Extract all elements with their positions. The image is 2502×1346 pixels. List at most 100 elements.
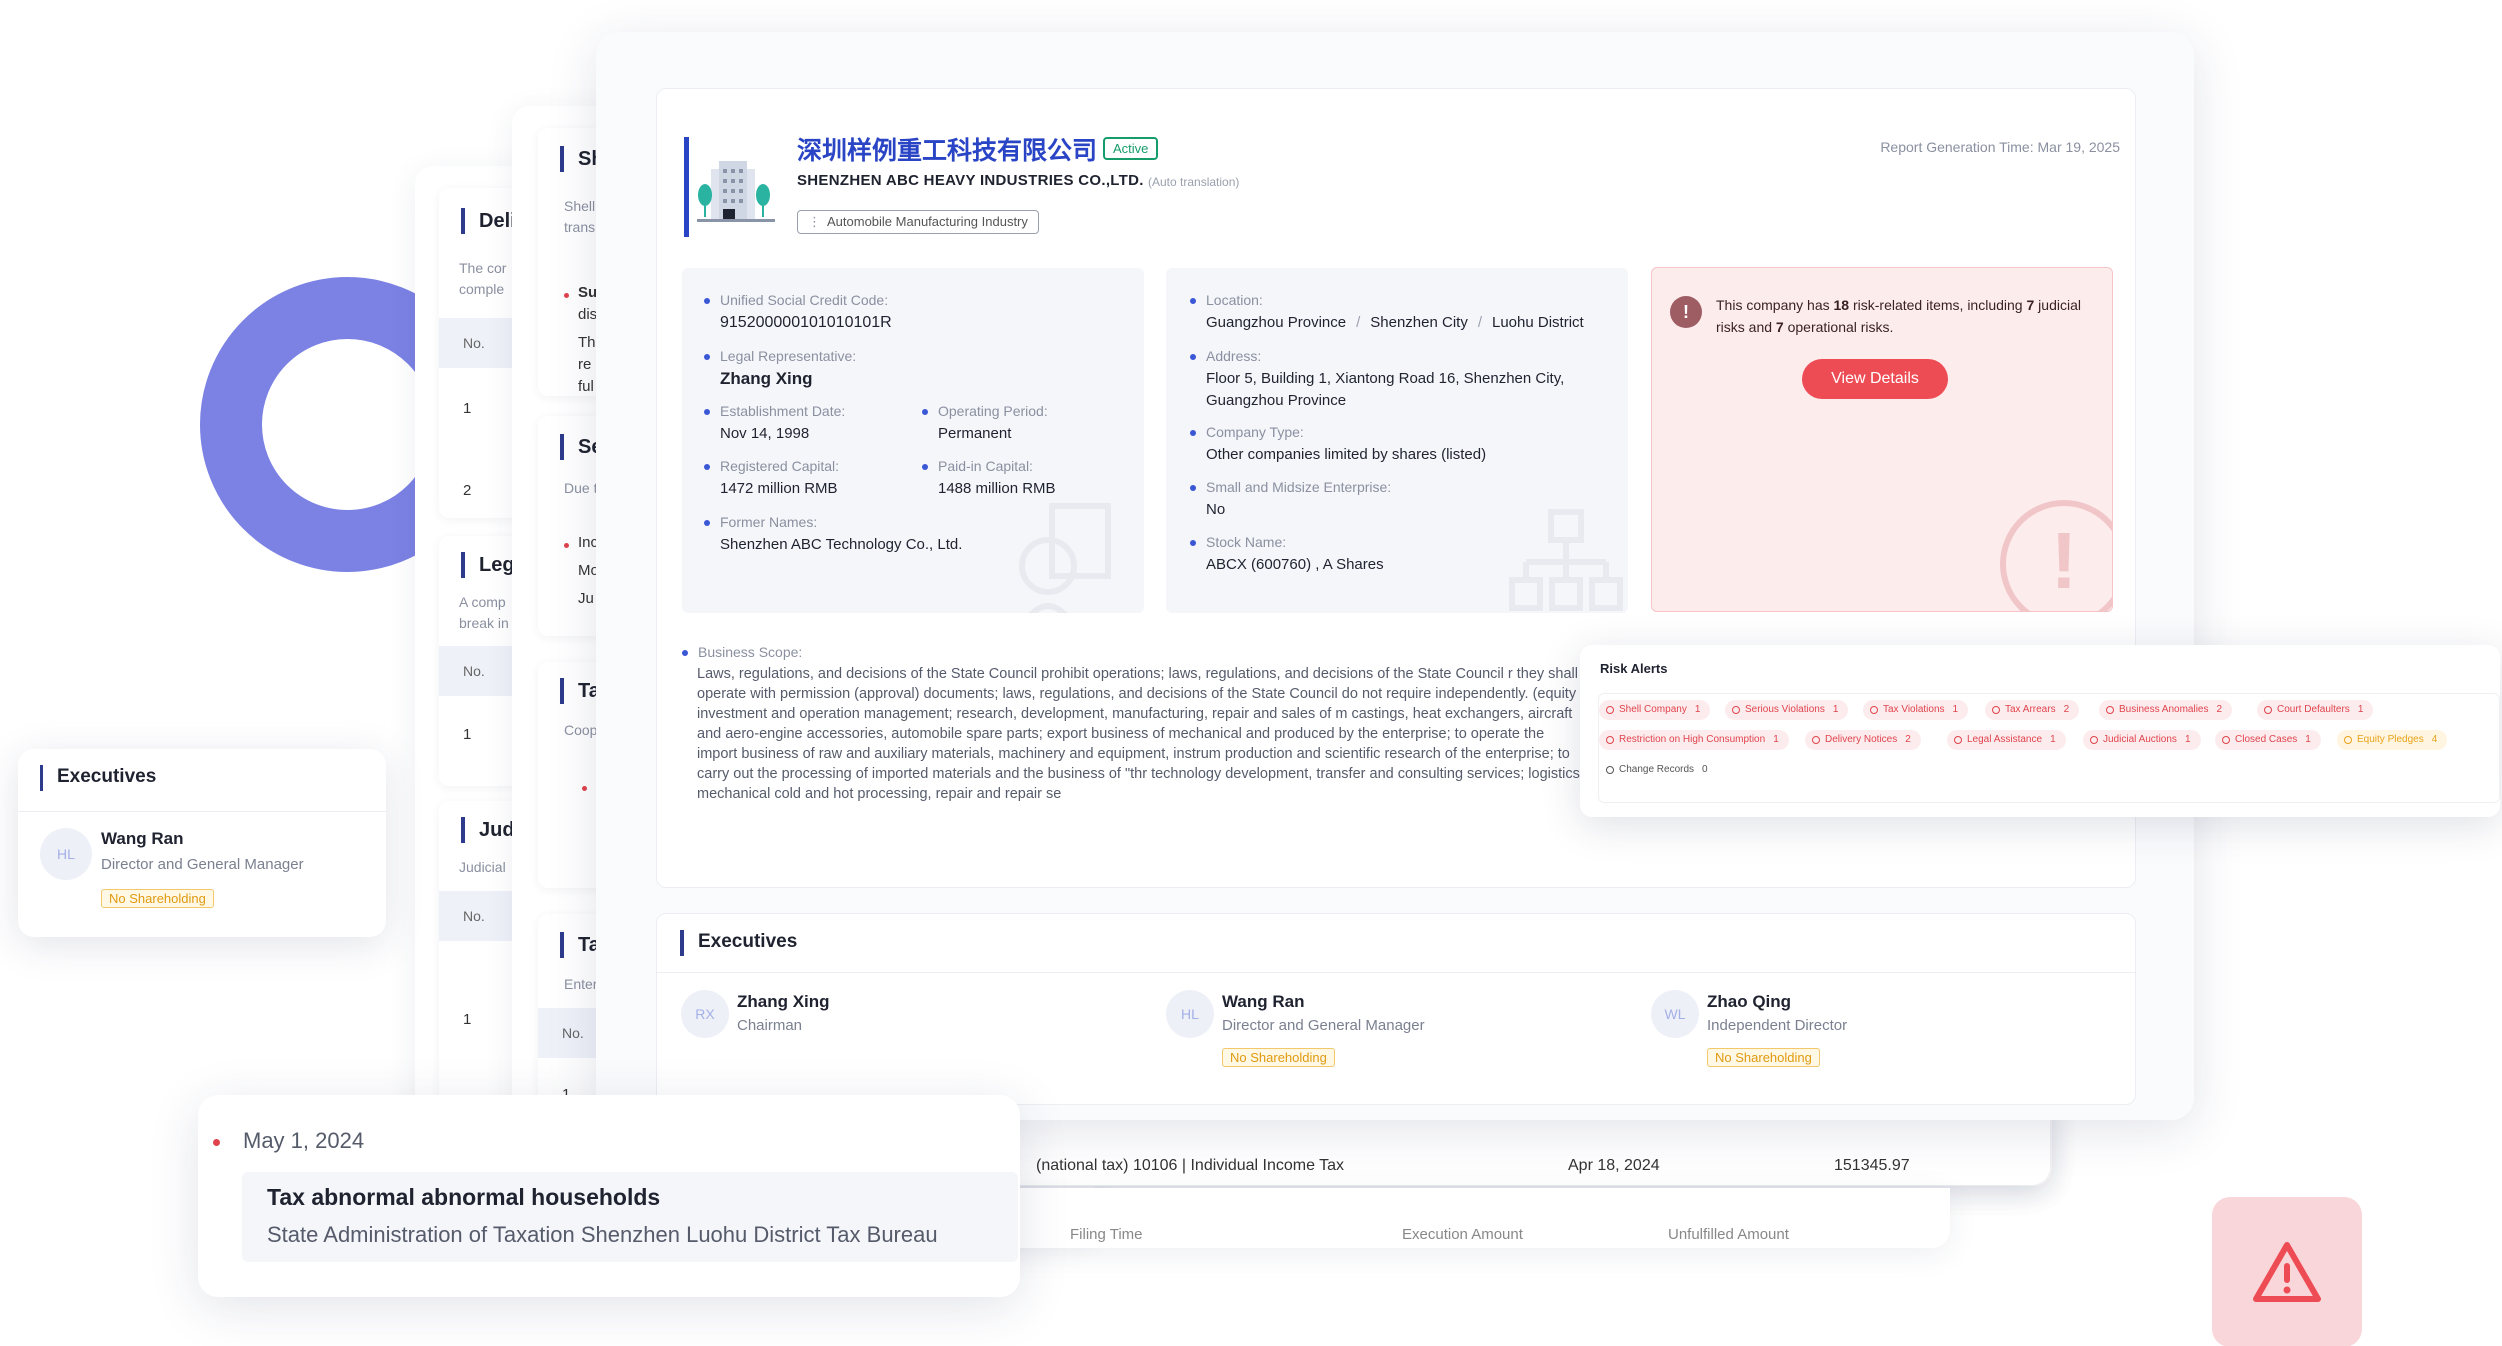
field-value: ABCX (600760) , A Shares bbox=[1206, 556, 1384, 573]
risk-alerts-title: Risk Alerts bbox=[1600, 661, 1668, 676]
status-badge: Active bbox=[1103, 137, 1159, 160]
table-header-strip: Filing Time Execution Amount Unfulfilled… bbox=[960, 1188, 1950, 1248]
risk-tag-label: Judicial Auctions bbox=[2103, 734, 2177, 745]
tax-row-date: Apr 18, 2024 bbox=[1568, 1157, 1660, 1174]
avatar: RX bbox=[681, 990, 729, 1038]
view-details-button[interactable]: View Details bbox=[1802, 359, 1948, 399]
paid-capital-field: Paid-in Capital: 1488 million RMB bbox=[922, 458, 1056, 500]
credit-code-field: Unified Social Credit Code: 915200000101… bbox=[704, 292, 892, 334]
list-item: ful bbox=[578, 378, 594, 395]
risk-tag-label: Court Defaulters bbox=[2277, 704, 2350, 715]
province: Guangzhou Province bbox=[1206, 314, 1347, 331]
no-shareholding-badge: No Shareholding bbox=[101, 889, 214, 908]
person-watermark-icon bbox=[1019, 503, 1111, 613]
executives-header: Executives bbox=[40, 765, 156, 791]
risk-tag-label: Serious Violations bbox=[1745, 704, 1825, 715]
avatar: HL bbox=[40, 828, 92, 880]
risk-tag-label: Restriction on High Consumption bbox=[1619, 734, 1766, 745]
org-chart-watermark-icon bbox=[1509, 509, 1623, 611]
risk-tag[interactable]: Shell Company 1 bbox=[1599, 700, 1711, 720]
timeline-dot bbox=[213, 1139, 220, 1146]
field-value: Shenzhen ABC Technology Co., Ltd. bbox=[720, 536, 963, 553]
risk-tag-label: Tax Violations bbox=[1883, 704, 1945, 715]
risk-tag[interactable]: Business Anomalies 2 bbox=[2099, 700, 2233, 720]
exclamation-icon: ! bbox=[1670, 296, 1702, 328]
risk-tag[interactable]: Change Records 0 bbox=[1599, 760, 1718, 780]
section-subtitle: Coop bbox=[564, 722, 598, 738]
risk-alerts-tags: Shell Company 1 Serious Violations 1 Tax V… bbox=[1598, 693, 2500, 803]
business-scope-text: Laws, regulations, and decisions of the … bbox=[697, 666, 1584, 802]
timeline-heading: Tax abnormal abnormal households bbox=[267, 1184, 661, 1210]
industry-tag: ⋮ Automobile Manufacturing Industry bbox=[797, 210, 1039, 234]
risk-tag-count: 2 bbox=[2063, 704, 2070, 715]
risk-tag[interactable]: Tax Violations 1 bbox=[1863, 700, 1969, 720]
avatar: HL bbox=[1166, 990, 1214, 1038]
section-subtitle: Enter bbox=[564, 976, 598, 992]
list-item: dis bbox=[578, 306, 598, 323]
exclamation-watermark-icon: ! bbox=[2000, 500, 2112, 611]
table-cell: 1 bbox=[463, 400, 472, 417]
risk-tag-label: Change Records bbox=[1619, 764, 1695, 775]
field-value: Other companies limited by shares (liste… bbox=[1206, 446, 1487, 463]
field-value: Nov 14, 1998 bbox=[720, 425, 810, 442]
company-name-en: SHENZHEN ABC HEAVY INDUSTRIES CO.,LTD. bbox=[797, 172, 1144, 189]
business-scope-label: Business Scope: bbox=[682, 644, 802, 660]
risk-tag[interactable]: Serious Violations 1 bbox=[1725, 700, 1849, 720]
risk-tag-count: 1 bbox=[2305, 734, 2311, 745]
executives-panel bbox=[656, 913, 2136, 1105]
op-period-field: Operating Period: Permanent bbox=[922, 403, 1048, 445]
report-time: Report Generation Time: Mar 19, 2025 bbox=[1880, 139, 2120, 155]
section-subtitle: The cor bbox=[459, 260, 507, 276]
field-value: Floor 5, Building 1, Xiantong Road 16, S… bbox=[1206, 370, 1565, 409]
executive-role: Director and General Manager bbox=[1222, 1017, 1425, 1034]
risk-tag[interactable]: Restriction on High Consumption 1 bbox=[1599, 730, 1789, 750]
field-label: Former Names: bbox=[704, 514, 962, 530]
risk-tag[interactable]: Tax Arrears 2 bbox=[1985, 700, 2080, 720]
field-label: Address: bbox=[1190, 348, 1610, 364]
risk-tag-label: Closed Cases bbox=[2235, 734, 2298, 745]
risk-tag-count: 2 bbox=[2216, 704, 2223, 715]
section-title: Jud bbox=[479, 819, 515, 841]
risk-tag-label: Delivery Notices bbox=[1825, 734, 1898, 745]
risk-tag[interactable]: Court Defaulters 1 bbox=[2257, 700, 2374, 720]
table-cell: 1 bbox=[463, 726, 472, 743]
risk-tag[interactable]: Closed Cases 1 bbox=[2215, 730, 2321, 750]
list-item: Inc bbox=[578, 534, 599, 551]
risk-tag-count: 1 bbox=[1773, 734, 1779, 745]
field-value: 915200000101010101R bbox=[720, 314, 892, 331]
field-label: Legal Representative: bbox=[704, 348, 856, 364]
risk-tag[interactable]: Equity Pledges 4 bbox=[2337, 730, 2448, 750]
field-label: Location: bbox=[1190, 292, 1584, 308]
risk-tag-count: 1 bbox=[2357, 704, 2364, 715]
executive-card: Executives HL Wang Ran Director and Gene… bbox=[18, 749, 386, 937]
risk-tag[interactable]: Judicial Auctions 1 bbox=[2083, 730, 2201, 750]
section-subtitle: Shell bbox=[564, 198, 596, 214]
risk-tag[interactable]: Legal Assistance 1 bbox=[1947, 730, 2066, 750]
list-item: Su bbox=[578, 284, 598, 301]
company-name-cn: 深圳样例重工科技有限公司 bbox=[797, 137, 1098, 165]
risk-tag[interactable]: Delivery Notices 2 bbox=[1805, 730, 1921, 750]
location-field: Location: Guangzhou Province / Shenzhen Ci… bbox=[1190, 292, 1584, 334]
field-label: Paid-in Capital: bbox=[922, 458, 1056, 474]
no-shareholding-badge: No Shareholding bbox=[1222, 1048, 1335, 1067]
executive-name[interactable]: Zhang Xing bbox=[737, 992, 830, 1012]
executive-name[interactable]: Zhao Qing bbox=[1707, 992, 1791, 1012]
tax-row-text: (national tax) 10106 | Individual Income… bbox=[1036, 1157, 1345, 1174]
executive-name[interactable]: Wang Ran bbox=[1222, 992, 1304, 1012]
risk-tag-count: 1 bbox=[2050, 734, 2056, 745]
section-subtitle: A comp bbox=[459, 594, 506, 610]
risk-summary-box: ! This company has 18 risk-related items… bbox=[1651, 267, 2113, 612]
table-cell: 2 bbox=[463, 482, 472, 499]
operational-risk-count: 7 bbox=[1775, 319, 1784, 335]
section-subtitle: Due t bbox=[564, 480, 598, 496]
table-col-execution: Execution Amount bbox=[1402, 1226, 1523, 1243]
executive-role: Director and General Manager bbox=[101, 856, 304, 873]
risk-tag-count: 2 bbox=[1905, 734, 1911, 745]
executive-role: Chairman bbox=[737, 1017, 803, 1034]
section-title: Deli bbox=[479, 210, 516, 232]
risk-tag-count: 1 bbox=[1694, 704, 1701, 715]
executive-name[interactable]: Wang Ran bbox=[101, 829, 183, 849]
no-shareholding-badge: No Shareholding bbox=[1707, 1048, 1820, 1067]
risk-total-count: 18 bbox=[1833, 297, 1850, 313]
section-title: Executives bbox=[698, 931, 798, 953]
